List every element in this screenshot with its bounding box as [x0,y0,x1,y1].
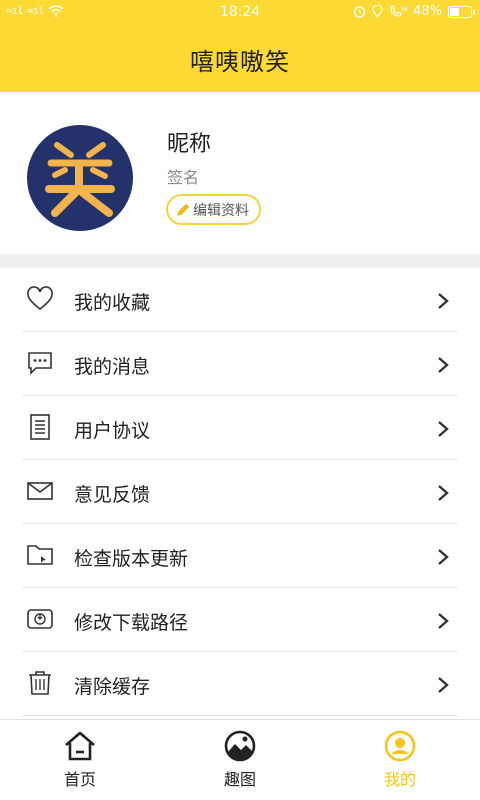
status-indicators: HD 48% [353,4,475,19]
chevron-right-icon [436,676,450,694]
menu-item-check-update[interactable]: 检查版本更新 [22,524,458,588]
location-icon [372,5,383,18]
edit-profile-label: 编辑资料 [193,202,249,219]
chevron-right-icon [436,356,450,374]
page-title: 嘻咦嗷笑 [190,48,290,76]
app-header: ≈ıl ≈ıl 18:24 HD 48% 嘻咦嗷笑 [0,0,480,92]
menu-item-label: 我的收藏 [74,292,151,314]
tab-label: 我的 [383,770,416,789]
menu-item-user-agreement[interactable]: 用户协议 [22,396,458,460]
menu-item-clear-cache[interactable]: 清除缓存 [22,652,458,716]
menu-item-label: 意见反馈 [74,484,151,506]
call-icon: HD [390,5,407,17]
menu-item-label: 用户协议 [74,420,151,442]
chevron-right-icon [436,612,450,630]
smile-glyph-icon [45,142,115,217]
signature: 签名 [167,168,200,187]
tab-fun-pictures[interactable]: 趣图 [160,720,320,800]
bottom-tab-bar: 首页 趣图 我的 [0,719,480,800]
tab-home[interactable]: 首页 [0,720,160,800]
heart-icon [26,286,54,312]
menu-item-label: 修改下载路径 [74,612,189,634]
chevron-right-icon [436,484,450,502]
menu-item-download-path[interactable]: 修改下载路径 [22,588,458,652]
status-bar: ≈ıl ≈ıl 18:24 HD 48% [0,0,480,24]
menu-item-label: 清除缓存 [74,676,151,698]
menu-item-favorites[interactable]: 我的收藏 [22,268,458,332]
picture-icon [223,730,257,762]
chevron-right-icon [436,548,450,566]
menu-item-label: 检查版本更新 [74,548,189,570]
chevron-right-icon [436,420,450,438]
tab-mine[interactable]: 我的 [320,720,480,800]
trash-icon [26,670,54,696]
envelope-icon [26,478,54,504]
battery-icon [448,5,475,18]
document-icon [26,414,54,440]
home-icon [63,730,97,762]
profile-icon [383,730,417,762]
alarm-icon [353,6,366,18]
folder-icon [26,542,54,568]
section-divider [0,254,480,268]
battery-fill [450,7,459,16]
tab-label: 趣图 [223,770,256,789]
tab-label: 首页 [63,770,96,789]
svg-text:HD: HD [401,6,407,13]
edit-profile-button[interactable]: 编辑资料 [166,194,261,225]
pencil-icon [177,203,190,216]
menu-item-messages[interactable]: 我的消息 [22,332,458,396]
storage-card-icon [26,606,54,632]
menu-item-label: 我的消息 [74,356,151,378]
nickname: 昵称 [167,132,212,157]
profile-card: 昵称 签名 编辑资料 [0,92,480,254]
chat-bubble-icon [26,350,54,376]
avatar[interactable] [27,125,133,231]
settings-menu: 我的收藏 我的消息 用户协议 意见反馈 检查版本更新 修改下载路径 清除缓存 [0,268,480,716]
battery-percent: 48% [413,4,442,19]
menu-item-feedback[interactable]: 意见反馈 [22,460,458,524]
chevron-right-icon [436,292,450,310]
